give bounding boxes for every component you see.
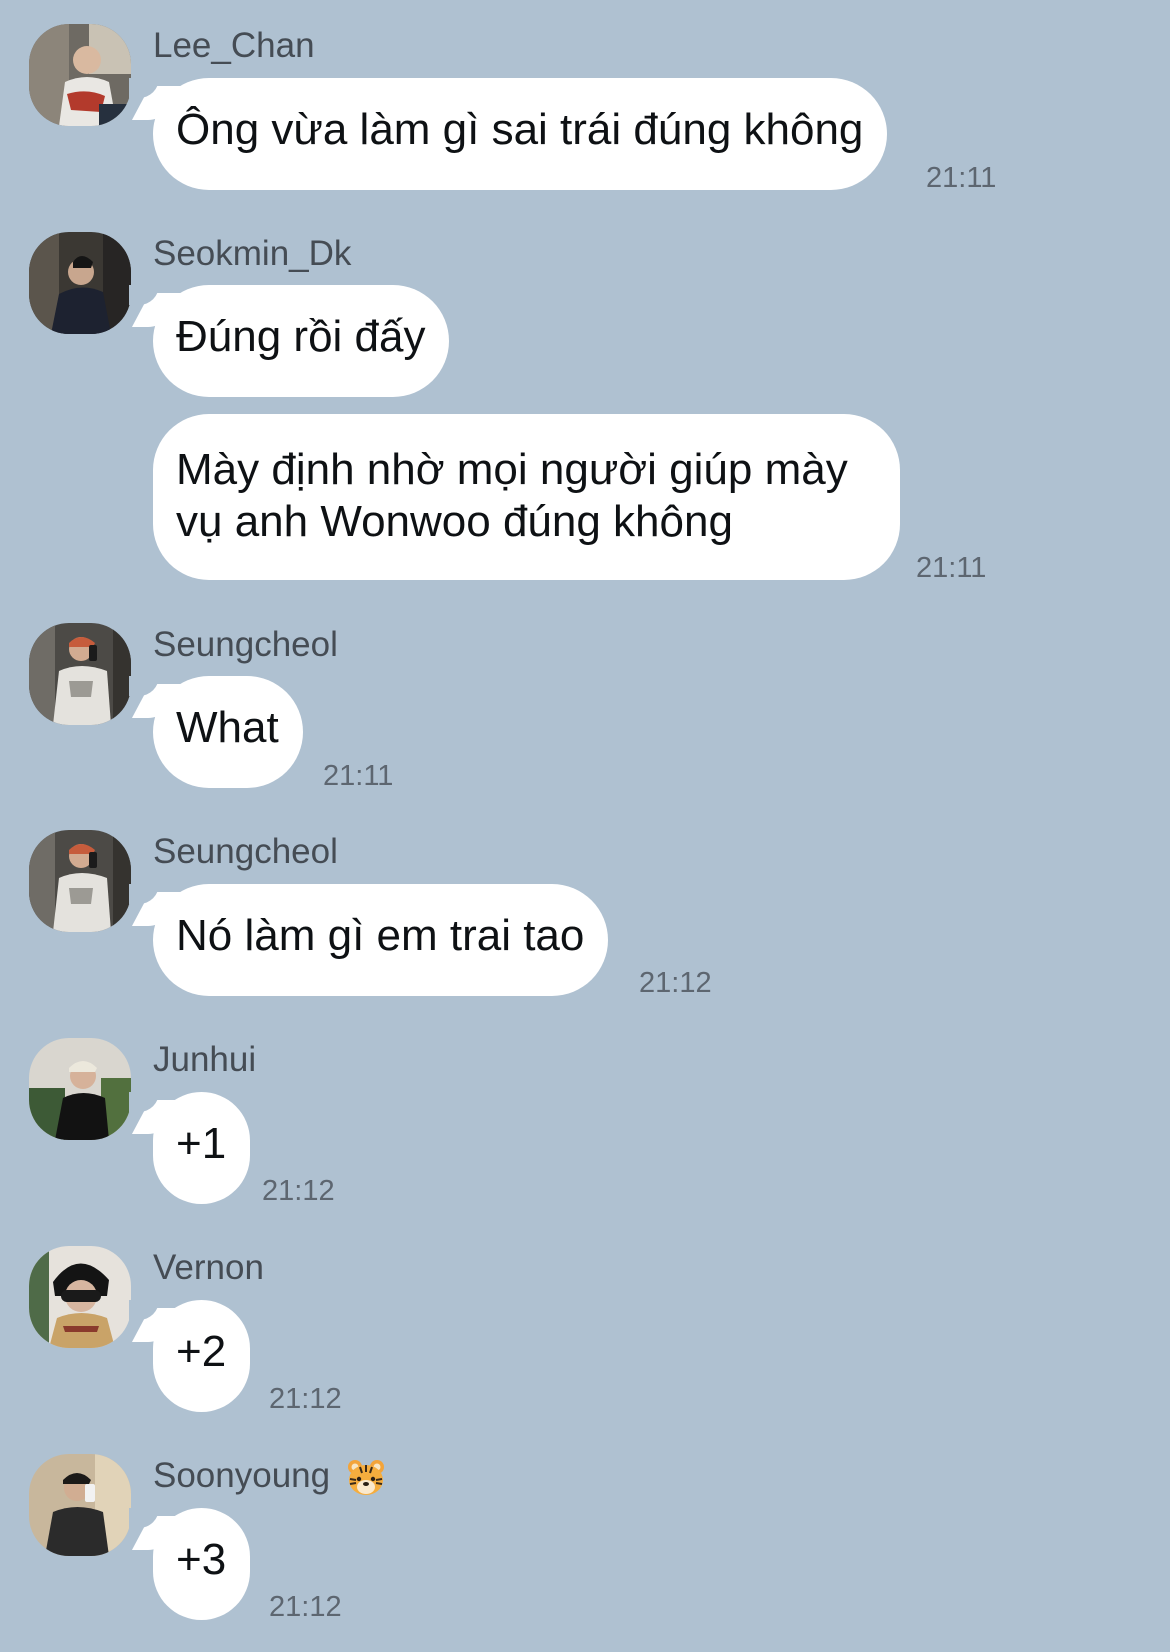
avatar-junhui[interactable] <box>29 1038 131 1140</box>
message-timestamp: 21:11 <box>926 162 997 194</box>
avatar-seungcheol[interactable] <box>29 623 131 725</box>
message-bubble[interactable]: Mày định nhờ mọi người giúp mày vụ anh W… <box>153 414 900 580</box>
avatar-seungcheol[interactable] <box>29 830 131 932</box>
message-timestamp: 21:11 <box>916 552 987 584</box>
sender-name: Soonyoung <box>153 1456 386 1497</box>
sender-name: Seungcheol <box>153 625 338 664</box>
message-bubble[interactable]: Đúng rồi đấy <box>128 285 450 397</box>
avatar-soonyoung[interactable] <box>29 1454 131 1556</box>
message-text: Đúng rồi đấy <box>176 312 426 361</box>
message-text: +3 <box>176 1535 227 1584</box>
message-text: Ông vừa làm gì sai trái đúng không <box>176 105 864 154</box>
sender-name: Seokmin_Dk <box>153 234 352 273</box>
sender-name: Seungcheol <box>153 832 338 871</box>
message-timestamp: 21:12 <box>269 1591 342 1623</box>
message-text: Nó làm gì em trai tao <box>176 911 585 960</box>
message-text: +2 <box>176 1327 227 1376</box>
message-bubble[interactable]: What <box>129 676 303 788</box>
message-bubble[interactable]: +1 <box>128 1092 251 1204</box>
avatar-vernon[interactable] <box>29 1246 131 1348</box>
message-text: What <box>176 703 279 752</box>
sender-name-text: Soonyoung <box>153 1456 331 1495</box>
message-bubble[interactable]: +2 <box>128 1300 251 1412</box>
avatar-seokmin-dk[interactable] <box>29 232 131 334</box>
message-text: +1 <box>176 1119 227 1168</box>
message-bubble[interactable]: Ông vừa làm gì sai trái đúng không <box>128 78 888 190</box>
message-text-line: vụ anh Wonwoo đúng không <box>176 497 733 546</box>
message-bubble[interactable]: +3 <box>128 1508 251 1620</box>
message-bubble[interactable]: Nó làm gì em trai tao <box>128 884 609 996</box>
tiger-face-emoji-icon <box>346 1459 386 1497</box>
message-timestamp: 21:11 <box>323 760 394 792</box>
avatar-lee-chan[interactable] <box>29 24 131 126</box>
message-text-line: Mày định nhờ mọi người giúp mày <box>176 445 848 494</box>
chat-message-list[interactable]: Lee_Chan Ông vừa làm gì sai trái đúng kh… <box>0 0 1170 1652</box>
message-timestamp: 21:12 <box>639 967 712 999</box>
message-timestamp: 21:12 <box>262 1175 335 1207</box>
message-timestamp: 21:12 <box>269 1383 342 1415</box>
sender-name: Junhui <box>153 1040 257 1079</box>
sender-name: Lee_Chan <box>153 26 315 65</box>
sender-name: Vernon <box>153 1248 264 1287</box>
